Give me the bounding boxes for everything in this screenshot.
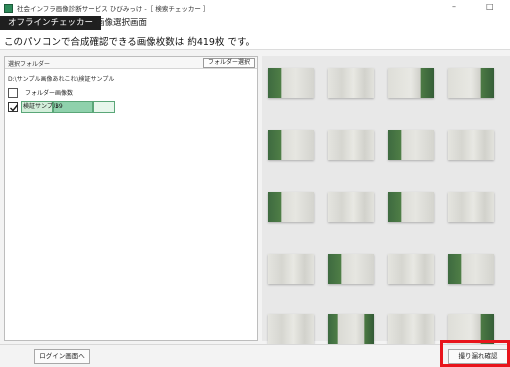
maximize-button[interactable]: □ <box>486 2 494 12</box>
checkmark-icon <box>10 104 19 112</box>
footer-bar: ログイン画面へ 撮り漏れ確認 <box>0 344 510 367</box>
window-title: 社会インフラ画像診断サービス ひびみっけ -［ 検索チェッカー ］ <box>17 5 210 13</box>
image-thumbnail[interactable] <box>328 192 374 222</box>
tab-offline-checker[interactable]: オフラインチェッカー <box>0 16 102 30</box>
image-gallery <box>262 56 510 344</box>
row-checkbox[interactable] <box>8 102 19 112</box>
image-thumbnail[interactable] <box>388 130 434 160</box>
page-title: 画像選択画面 <box>96 18 148 28</box>
info-bar: このパソコンで合成確認できる画像枚数は 約419枚 です。 <box>0 30 510 50</box>
image-thumbnail[interactable] <box>328 68 374 98</box>
app-window: 社会インフラ画像診断サービス ひびみっけ -［ 検索チェッカー ］ – □ オフ… <box>0 0 510 367</box>
app-icon <box>4 3 13 13</box>
folder-path: D:\サンプル画像あれこれ\検証サンプル <box>8 76 115 83</box>
select-folder-button[interactable]: フォルダー選択 <box>202 58 255 68</box>
highlight-box <box>440 340 510 367</box>
image-thumbnail[interactable] <box>448 68 494 98</box>
image-thumbnail[interactable] <box>328 130 374 160</box>
image-thumbnail[interactable] <box>448 130 494 160</box>
image-thumbnail[interactable] <box>268 130 314 160</box>
row-folder-name: 検証サンプル <box>23 103 59 110</box>
image-thumbnail[interactable] <box>268 254 314 284</box>
image-thumbnail[interactable] <box>388 254 434 284</box>
image-thumbnail[interactable] <box>268 314 314 344</box>
folder-panel: 選択フォルダー フォルダー選択 D:\サンプル画像あれこれ\検証サンプル フォル… <box>4 56 258 341</box>
image-thumbnail[interactable] <box>448 254 494 284</box>
image-thumbnail[interactable] <box>388 192 434 222</box>
select-all-checkbox[interactable] <box>8 88 18 98</box>
image-thumbnail[interactable] <box>268 192 314 222</box>
image-thumbnail[interactable] <box>448 192 494 222</box>
title-bar: 社会インフラ画像診断サービス ひびみっけ -［ 検索チェッカー ］ – □ <box>0 0 510 16</box>
folder-panel-header: 選択フォルダー フォルダー選択 <box>5 57 257 69</box>
image-thumbnail[interactable] <box>328 254 374 284</box>
selected-folder-label: 選択フォルダー <box>8 61 51 68</box>
column-header-count: 画像数 <box>55 90 74 97</box>
column-header-folder: フォルダー <box>25 90 56 97</box>
tab-bar: オフラインチェッカー 画像選択画面 <box>0 16 510 30</box>
login-screen-button[interactable]: ログイン画面へ <box>34 349 90 364</box>
image-capacity-text: このパソコンで合成確認できる画像枚数は 約419枚 です。 <box>4 37 256 48</box>
image-thumbnail[interactable] <box>328 314 374 344</box>
image-thumbnail[interactable] <box>388 68 434 98</box>
table-row-cell-empty <box>93 101 115 113</box>
row-image-count: 39 <box>55 103 63 110</box>
image-thumbnail[interactable] <box>268 68 314 98</box>
image-thumbnail[interactable] <box>388 314 434 344</box>
minimize-button[interactable]: – <box>452 2 456 12</box>
